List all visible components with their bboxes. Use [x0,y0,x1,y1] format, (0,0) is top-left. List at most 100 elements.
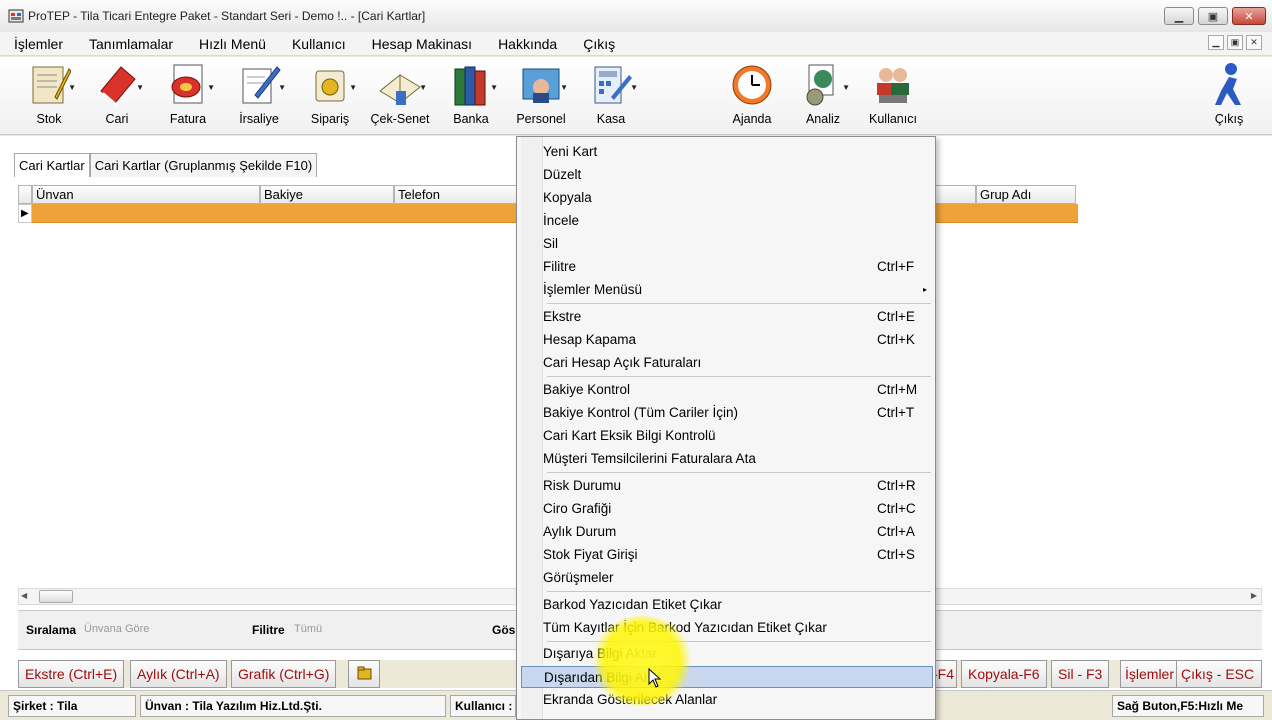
menu-hesap-makinasi[interactable]: Hesap Makinası [372,36,472,52]
chevron-down-icon[interactable]: ▼ [349,83,357,92]
chevron-down-icon[interactable]: ▼ [842,83,850,92]
ekstre-button[interactable]: Ekstre (Ctrl+E) [18,660,125,688]
chevron-down-icon[interactable]: ▼ [136,83,144,92]
grafik-button[interactable]: Grafik (Ctrl+G) [231,660,337,688]
menu-item-duzelt[interactable]: Düzelt [521,164,933,186]
tab-cari-kartlar[interactable]: Cari Kartlar [14,153,90,177]
chevron-down-icon[interactable]: ▼ [207,83,215,92]
menu-item-shortcut: Ctrl+M [877,382,918,397]
order-scroll-icon [308,61,352,109]
menu-item-incele[interactable]: İncele [521,210,933,232]
sil-f3-button[interactable]: Sil - F3 [1051,660,1110,688]
menu-cikis[interactable]: Çıkış [583,36,615,52]
scroll-thumb[interactable] [39,590,73,603]
menu-item-kopyala[interactable]: Kopyala [521,187,933,209]
mouse-pointer-icon [648,668,662,688]
chevron-down-icon[interactable]: ▼ [68,83,76,92]
menu-islemler[interactable]: İşlemler [14,36,63,52]
toolbar-kasa[interactable]: ▼ Kasa [580,59,642,131]
tab-cari-kartlar-gruplanmis[interactable]: Cari Kartlar (Gruplanmış Şekilde F10) [89,153,318,177]
menu-item-tum-barkod-etiket[interactable]: Tüm Kayıtlar İçin Barkod Yazıcıdan Etike… [521,617,933,639]
toolbar-label: Personel [516,112,566,126]
menu-item-label: İşlemler Menüsü [543,282,643,297]
menu-item-label: Görüşmeler [543,570,614,585]
menu-hizli-menu[interactable]: Hızlı Menü [199,36,266,52]
islemler-button[interactable]: İşlemler [1120,660,1180,688]
column-grup-adi[interactable]: Grup Adı [976,185,1076,204]
menu-item-label: Ekstre [543,309,582,324]
menu-item-bakiye-kontrol[interactable]: Bakiye Kontrol Ctrl+M [521,379,933,401]
kopyala-f6-button[interactable]: Kopyala-F6 [961,660,1047,688]
toolbar-cikis[interactable]: Çıkış [1198,59,1260,131]
toolbar-siparis[interactable]: ▼ Sipariş [299,59,361,131]
menu-tanimlamalar[interactable]: Tanımlamalar [89,36,173,52]
filter-label: Filitre [252,623,285,637]
tab-bar: Cari Kartlar Cari Kartlar (Gruplanmış Şe… [14,153,318,177]
mdi-minimize-button[interactable]: ▁ [1208,35,1224,50]
menu-item-shortcut: Ctrl+E [877,309,915,324]
menu-item-eksik-bilgi[interactable]: Cari Kart Eksik Bilgi Kontrolü [521,425,933,447]
menu-item-disaridan-bilgi-al[interactable]: Dışarıdan Bilgi Al [521,666,933,688]
toolbar-kullanici[interactable]: Kullanıcı [862,59,924,131]
sort-value[interactable]: Ünvana Göre [84,623,149,635]
clock-icon [730,61,774,109]
minimize-button[interactable]: ▁ [1164,7,1194,25]
chevron-down-icon[interactable]: ▼ [490,83,498,92]
menu-item-acik-faturalar[interactable]: Cari Hesap Açık Faturaları [521,352,933,374]
toolbar: ▼ Stok ▼ Cari ▼ Fatura ▼ İrsaliye ▼ Sipa… [0,57,1272,135]
menu-hakkinda[interactable]: Hakkında [498,36,557,52]
toolbar-cek-senet[interactable]: ▼ Çek-Senet [369,59,431,131]
menu-kullanici[interactable]: Kullanıcı [292,36,346,52]
toolbar-cari[interactable]: ▼ Cari [86,59,148,131]
column-bakiye[interactable]: Bakiye [260,185,394,204]
menu-item-stok-fiyat[interactable]: Stok Fiyat Girişi Ctrl+S [521,544,933,566]
menu-item-label: Dışarıdan Bilgi Al [544,670,647,685]
toolbar-analiz[interactable]: ▼ Analiz [792,59,854,131]
toolbar-irsaliye[interactable]: ▼ İrsaliye [228,59,290,131]
cikis-esc-button[interactable]: Çıkış - ESC [1176,660,1262,688]
scroll-left-icon[interactable]: ◀ [21,591,27,600]
folder-button[interactable] [348,660,380,688]
toolbar-fatura[interactable]: ▼ Fatura [157,59,219,131]
column-unvan[interactable]: Ünvan [32,185,260,204]
toolbar-banka[interactable]: ▼ Banka [440,59,502,131]
menu-item-bakiye-kontrol-tum[interactable]: Bakiye Kontrol (Tüm Cariler İçin) Ctrl+T [521,402,933,424]
menu-item-filitre[interactable]: Filitre Ctrl+F [521,256,933,278]
toolbar-personel[interactable]: ▼ Personel [510,59,572,131]
menu-item-aylik-durum[interactable]: Aylık Durum Ctrl+A [521,521,933,543]
menu-item-ekranda-gosterilecek[interactable]: Ekranda Gösterilecek Alanlar [521,689,933,711]
menu-item-islemler-menusu[interactable]: İşlemler Menüsü ▸ [521,279,933,301]
chevron-down-icon[interactable]: ▼ [560,83,568,92]
menu-item-yeni-kart[interactable]: Yeni Kart [521,141,933,163]
menu-item-sil[interactable]: Sil [521,233,933,255]
chevron-down-icon[interactable]: ▼ [419,83,427,92]
context-menu: Yeni Kart Düzelt Kopyala İncele Sil Fili… [516,136,936,720]
aylik-button[interactable]: Aylık (Ctrl+A) [130,660,227,688]
menu-item-shortcut: Ctrl+C [877,501,916,516]
filter-value[interactable]: Tümü [294,623,322,635]
menu-separator [547,641,931,642]
menu-item-ciro-grafigi[interactable]: Ciro Grafiği Ctrl+C [521,498,933,520]
menu-item-ekstre[interactable]: Ekstre Ctrl+E [521,306,933,328]
toolbar-label: Banka [453,112,489,126]
menu-item-gorusmeler[interactable]: Görüşmeler [521,567,933,589]
menu-item-disariya-bilgi-aktar[interactable]: Dışarıya Bilgi Aktar [521,643,933,665]
chevron-down-icon[interactable]: ▼ [630,83,638,92]
toolbar-stok[interactable]: ▼ Stok [18,59,80,131]
menu-item-risk-durumu[interactable]: Risk Durumu Ctrl+R [521,475,933,497]
toolbar-label: Ajanda [732,112,772,126]
menu-item-musteri-temsilcileri[interactable]: Müşteri Temsilcilerini Faturalara Ata [521,448,933,470]
analysis-globe-icon [801,61,845,109]
menu-item-hesap-kapama[interactable]: Hesap Kapama Ctrl+K [521,329,933,351]
status-title: Ünvan : Tila Yazılım Hiz.Ltd.Şti. [140,695,446,717]
scroll-right-icon[interactable]: ▶ [1251,591,1257,600]
restore-button[interactable]: ▣ [1198,7,1228,25]
column-blank[interactable] [934,185,976,204]
mdi-close-button[interactable]: ✕ [1246,35,1262,50]
mdi-restore-button[interactable]: ▣ [1227,35,1243,50]
toolbar-ajanda[interactable]: Ajanda [721,59,783,131]
chevron-down-icon[interactable]: ▼ [278,83,286,92]
close-button[interactable]: ✕ [1232,7,1266,25]
menu-item-label: Stok Fiyat Girişi [543,547,638,562]
menu-item-barkod-etiket[interactable]: Barkod Yazıcıdan Etiket Çıkar [521,594,933,616]
